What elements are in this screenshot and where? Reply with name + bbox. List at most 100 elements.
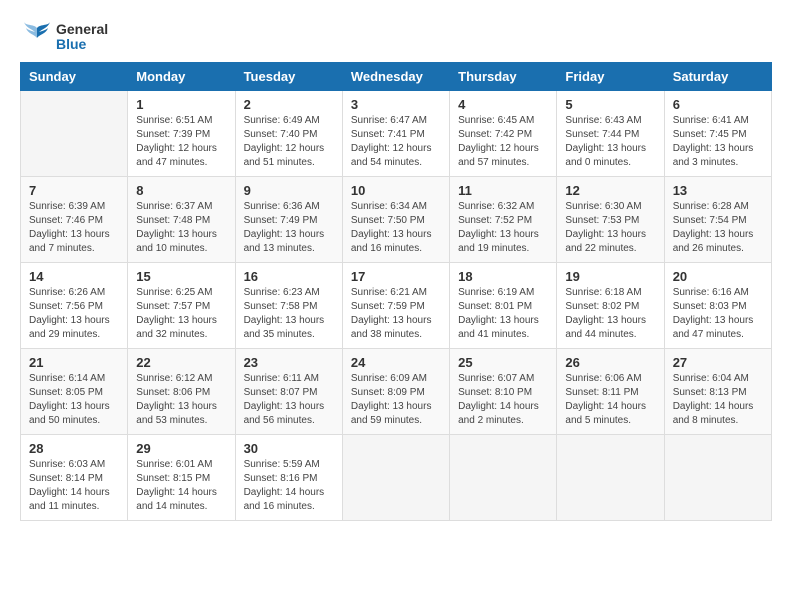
day-number: 24 xyxy=(351,355,441,370)
day-info: Sunrise: 6:18 AM Sunset: 8:02 PM Dayligh… xyxy=(565,286,655,342)
logo: General Blue xyxy=(20,20,108,54)
day-info: Sunrise: 6:45 AM Sunset: 7:42 PM Dayligh… xyxy=(458,114,548,170)
header-row: General Blue xyxy=(20,20,772,54)
calendar-cell: 3 Sunrise: 6:47 AM Sunset: 7:41 PM Daylig… xyxy=(342,91,449,177)
calendar-cell: 6 Sunrise: 6:41 AM Sunset: 7:45 PM Daylig… xyxy=(664,91,771,177)
calendar-cell: 10 Sunrise: 6:34 AM Sunset: 7:50 PM Dayli… xyxy=(342,177,449,263)
calendar-cell: 28 Sunrise: 6:03 AM Sunset: 8:14 PM Dayli… xyxy=(21,435,128,521)
week-row-3: 21 Sunrise: 6:14 AM Sunset: 8:05 PM Dayli… xyxy=(21,349,772,435)
calendar-cell: 12 Sunrise: 6:30 AM Sunset: 7:53 PM Dayli… xyxy=(557,177,664,263)
day-number: 11 xyxy=(458,183,548,198)
week-row-2: 14Sunrise: 6:26 AM Sunset: 7:56 PM Dayli… xyxy=(21,263,772,349)
calendar-table: SundayMondayTuesdayWednesdayThursdayFrid… xyxy=(20,62,772,521)
day-number: 1 xyxy=(136,97,226,112)
calendar-cell: 18 Sunrise: 6:19 AM Sunset: 8:01 PM Dayli… xyxy=(450,263,557,349)
day-number: 6 xyxy=(673,97,763,112)
day-info: Sunrise: 6:04 AM Sunset: 8:13 PM Dayligh… xyxy=(673,372,763,428)
calendar-cell: 22Sunrise: 6:12 AM Sunset: 8:06 PM Dayli… xyxy=(128,349,235,435)
day-info: Sunrise: 6:12 AM Sunset: 8:06 PM Dayligh… xyxy=(136,372,226,428)
day-number: 10 xyxy=(351,183,441,198)
day-info: Sunrise: 6:47 AM Sunset: 7:41 PM Dayligh… xyxy=(351,114,441,170)
calendar-cell: 24 Sunrise: 6:09 AM Sunset: 8:09 PM Dayli… xyxy=(342,349,449,435)
day-info: Sunrise: 6:51 AM Sunset: 7:39 PM Dayligh… xyxy=(136,114,226,170)
calendar-cell xyxy=(557,435,664,521)
day-number: 21 xyxy=(29,355,119,370)
day-number: 17 xyxy=(351,269,441,284)
day-info: Sunrise: 5:59 AM Sunset: 8:16 PM Dayligh… xyxy=(244,458,334,514)
day-number: 12 xyxy=(565,183,655,198)
calendar-cell: 29Sunrise: 6:01 AM Sunset: 8:15 PM Dayli… xyxy=(128,435,235,521)
day-info: Sunrise: 6:19 AM Sunset: 8:01 PM Dayligh… xyxy=(458,286,548,342)
header-wednesday: Wednesday xyxy=(342,63,449,91)
day-number: 29 xyxy=(136,441,226,456)
calendar-cell: 1 Sunrise: 6:51 AM Sunset: 7:39 PM Daylig… xyxy=(128,91,235,177)
day-info: Sunrise: 6:11 AM Sunset: 8:07 PM Dayligh… xyxy=(244,372,334,428)
calendar-cell: 8 Sunrise: 6:37 AM Sunset: 7:48 PM Daylig… xyxy=(128,177,235,263)
calendar-cell: 2 Sunrise: 6:49 AM Sunset: 7:40 PM Daylig… xyxy=(235,91,342,177)
day-number: 27 xyxy=(673,355,763,370)
calendar-cell xyxy=(342,435,449,521)
calendar-cell: 27 Sunrise: 6:04 AM Sunset: 8:13 PM Dayli… xyxy=(664,349,771,435)
calendar-container: General Blue SundayMondayTuesdayWednesda… xyxy=(0,0,792,612)
day-info: Sunrise: 6:37 AM Sunset: 7:48 PM Dayligh… xyxy=(136,200,226,256)
day-number: 16 xyxy=(244,269,334,284)
day-info: Sunrise: 6:03 AM Sunset: 8:14 PM Dayligh… xyxy=(29,458,119,514)
calendar-cell: 4 Sunrise: 6:45 AM Sunset: 7:42 PM Daylig… xyxy=(450,91,557,177)
day-number: 2 xyxy=(244,97,334,112)
calendar-cell xyxy=(664,435,771,521)
calendar-cell: 11Sunrise: 6:32 AM Sunset: 7:52 PM Dayli… xyxy=(450,177,557,263)
day-number: 20 xyxy=(673,269,763,284)
calendar-cell: 30 Sunrise: 5:59 AM Sunset: 8:16 PM Dayli… xyxy=(235,435,342,521)
day-number: 4 xyxy=(458,97,548,112)
day-number: 25 xyxy=(458,355,548,370)
header-tuesday: Tuesday xyxy=(235,63,342,91)
day-info: Sunrise: 6:23 AM Sunset: 7:58 PM Dayligh… xyxy=(244,286,334,342)
day-info: Sunrise: 6:36 AM Sunset: 7:49 PM Dayligh… xyxy=(244,200,334,256)
day-number: 9 xyxy=(244,183,334,198)
logo-display: General Blue xyxy=(20,20,108,54)
day-info: Sunrise: 6:49 AM Sunset: 7:40 PM Dayligh… xyxy=(244,114,334,170)
day-number: 28 xyxy=(29,441,119,456)
day-info: Sunrise: 6:39 AM Sunset: 7:46 PM Dayligh… xyxy=(29,200,119,256)
day-number: 5 xyxy=(565,97,655,112)
calendar-cell: 5 Sunrise: 6:43 AM Sunset: 7:44 PM Daylig… xyxy=(557,91,664,177)
logo-general: General xyxy=(56,22,108,37)
day-info: Sunrise: 6:16 AM Sunset: 8:03 PM Dayligh… xyxy=(673,286,763,342)
calendar-cell xyxy=(450,435,557,521)
day-info: Sunrise: 6:14 AM Sunset: 8:05 PM Dayligh… xyxy=(29,372,119,428)
day-info: Sunrise: 6:21 AM Sunset: 7:59 PM Dayligh… xyxy=(351,286,441,342)
day-info: Sunrise: 6:09 AM Sunset: 8:09 PM Dayligh… xyxy=(351,372,441,428)
week-row-4: 28 Sunrise: 6:03 AM Sunset: 8:14 PM Dayli… xyxy=(21,435,772,521)
header-sunday: Sunday xyxy=(21,63,128,91)
calendar-cell: 19 Sunrise: 6:18 AM Sunset: 8:02 PM Dayli… xyxy=(557,263,664,349)
calendar-cell xyxy=(21,91,128,177)
calendar-cell: 7 Sunrise: 6:39 AM Sunset: 7:46 PM Daylig… xyxy=(21,177,128,263)
day-info: Sunrise: 6:41 AM Sunset: 7:45 PM Dayligh… xyxy=(673,114,763,170)
day-number: 18 xyxy=(458,269,548,284)
day-number: 13 xyxy=(673,183,763,198)
day-number: 19 xyxy=(565,269,655,284)
day-number: 7 xyxy=(29,183,119,198)
day-info: Sunrise: 6:25 AM Sunset: 7:57 PM Dayligh… xyxy=(136,286,226,342)
calendar-cell: 13Sunrise: 6:28 AM Sunset: 7:54 PM Dayli… xyxy=(664,177,771,263)
calendar-cell: 17 Sunrise: 6:21 AM Sunset: 7:59 PM Dayli… xyxy=(342,263,449,349)
day-number: 3 xyxy=(351,97,441,112)
day-info: Sunrise: 6:30 AM Sunset: 7:53 PM Dayligh… xyxy=(565,200,655,256)
day-info: Sunrise: 6:43 AM Sunset: 7:44 PM Dayligh… xyxy=(565,114,655,170)
day-number: 30 xyxy=(244,441,334,456)
logo-blue: Blue xyxy=(56,37,108,52)
calendar-cell: 16 Sunrise: 6:23 AM Sunset: 7:58 PM Dayli… xyxy=(235,263,342,349)
day-info: Sunrise: 6:26 AM Sunset: 7:56 PM Dayligh… xyxy=(29,286,119,342)
day-number: 26 xyxy=(565,355,655,370)
calendar-cell: 15Sunrise: 6:25 AM Sunset: 7:57 PM Dayli… xyxy=(128,263,235,349)
day-info: Sunrise: 6:34 AM Sunset: 7:50 PM Dayligh… xyxy=(351,200,441,256)
day-info: Sunrise: 6:07 AM Sunset: 8:10 PM Dayligh… xyxy=(458,372,548,428)
header-row-days: SundayMondayTuesdayWednesdayThursdayFrid… xyxy=(21,63,772,91)
header-monday: Monday xyxy=(128,63,235,91)
calendar-cell: 26Sunrise: 6:06 AM Sunset: 8:11 PM Dayli… xyxy=(557,349,664,435)
day-number: 8 xyxy=(136,183,226,198)
logo-bird-icon xyxy=(20,20,54,54)
calendar-cell: 21 Sunrise: 6:14 AM Sunset: 8:05 PM Dayli… xyxy=(21,349,128,435)
week-row-1: 7 Sunrise: 6:39 AM Sunset: 7:46 PM Daylig… xyxy=(21,177,772,263)
calendar-cell: 20 Sunrise: 6:16 AM Sunset: 8:03 PM Dayli… xyxy=(664,263,771,349)
